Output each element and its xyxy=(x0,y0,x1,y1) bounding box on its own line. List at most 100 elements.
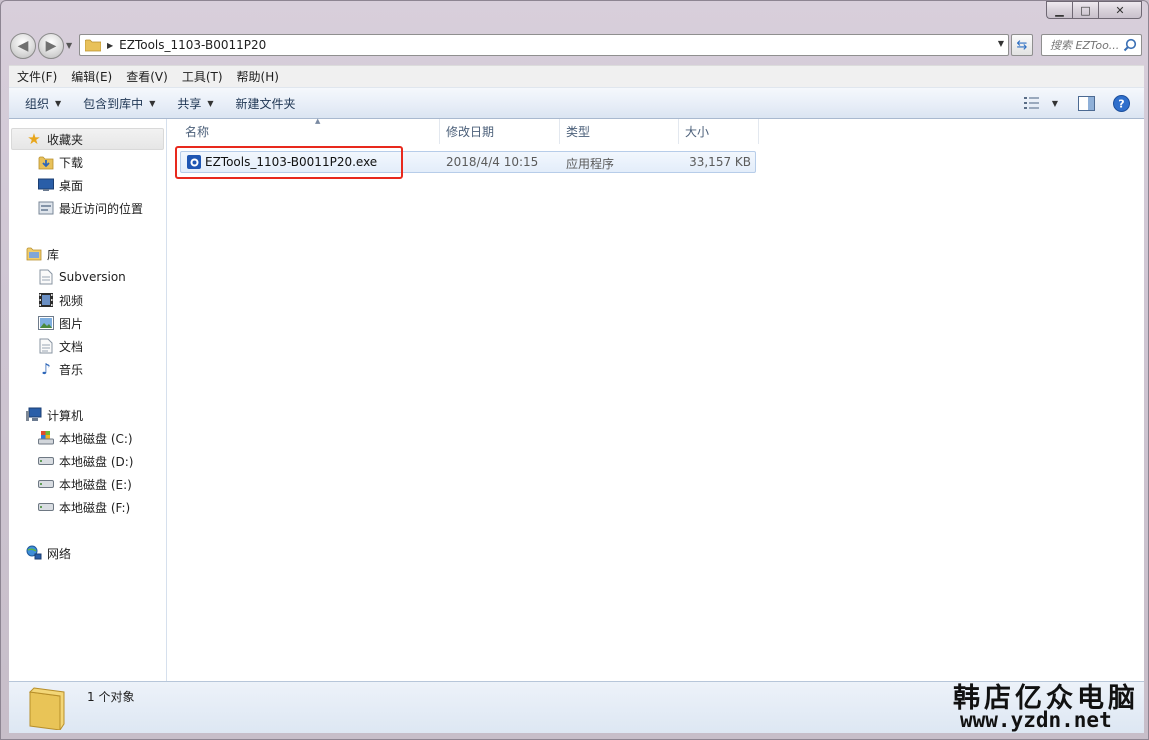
menu-view[interactable]: 查看(V) xyxy=(126,68,168,85)
help-button[interactable]: ? xyxy=(1113,94,1130,112)
picture-icon xyxy=(38,315,54,331)
view-list-icon xyxy=(1023,97,1039,109)
sidebar-item-music[interactable]: ♪ 音乐 xyxy=(38,359,83,379)
sort-ascending-icon: ▲ xyxy=(315,117,321,125)
menu-help[interactable]: 帮助(H) xyxy=(237,68,279,85)
share-button[interactable]: 共享 ▼ xyxy=(171,91,219,115)
sidebar-item-label: 桌面 xyxy=(59,178,84,193)
hard-drive-icon xyxy=(38,476,54,492)
watermark-url: www.yzdn.net xyxy=(960,708,1112,732)
sidebar-item-libraries[interactable]: 库 xyxy=(26,244,59,264)
arrow-left-icon: ◀ xyxy=(17,38,29,54)
sidebar-item-label: 视频 xyxy=(59,293,84,308)
search-box[interactable] xyxy=(1041,34,1142,56)
navigation-pane: ★ 收藏夹 下载 桌面 最近访问的位置 库 Subversion 视频 图片 文… xyxy=(9,119,167,681)
document-library-icon xyxy=(38,269,54,285)
column-label: 类型 xyxy=(566,125,591,139)
annotation-highlight-box xyxy=(175,146,403,179)
document-icon xyxy=(38,338,54,354)
chevron-down-icon: ▼ xyxy=(149,98,156,108)
menu-tools[interactable]: 工具(T) xyxy=(182,68,223,85)
arrow-right-icon: ▶ xyxy=(45,38,57,54)
sidebar-item-label: 库 xyxy=(47,247,60,262)
status-object-count: 1 个对象 xyxy=(87,690,135,704)
window-controls: ▁ □ ✕ xyxy=(1046,1,1142,19)
sidebar-item-drive-c[interactable]: 本地磁盘 (C:) xyxy=(38,428,133,448)
svg-text:?: ? xyxy=(1118,97,1124,110)
command-bar: 组织 ▼ 包含到库中 ▼ 共享 ▼ 新建文件夹 ▼ ? xyxy=(9,87,1144,119)
sidebar-item-drive-e[interactable]: 本地磁盘 (E:) xyxy=(38,474,132,494)
sidebar-item-label: 文档 xyxy=(59,339,84,354)
file-type: 应用程序 xyxy=(566,157,615,171)
new-folder-label: 新建文件夹 xyxy=(235,96,296,111)
star-icon: ★ xyxy=(27,130,41,148)
share-label: 共享 xyxy=(177,96,202,111)
organize-label: 组织 xyxy=(25,96,50,111)
sidebar-item-favorites[interactable]: ★ 收藏夹 xyxy=(26,129,83,149)
preview-pane-button[interactable] xyxy=(1078,95,1095,111)
address-dropdown-icon[interactable]: ▼ xyxy=(998,39,1004,48)
refresh-button[interactable]: ⇆ xyxy=(1011,34,1033,56)
column-header-type[interactable]: 类型 xyxy=(560,119,679,144)
chevron-down-icon: ▼ xyxy=(207,98,214,108)
organize-button[interactable]: 组织 ▼ xyxy=(19,91,67,115)
forward-button[interactable]: ▶ xyxy=(38,33,64,59)
music-note-icon: ♪ xyxy=(41,360,51,378)
system-drive-icon xyxy=(38,430,54,446)
downloads-folder-icon xyxy=(38,154,54,170)
sidebar-item-videos[interactable]: 视频 xyxy=(38,290,83,310)
change-view-button[interactable]: ▼ xyxy=(1023,96,1058,110)
breadcrumb-separator-icon[interactable]: ▶ xyxy=(107,41,113,50)
close-button[interactable]: ✕ xyxy=(1098,1,1142,19)
column-header-size[interactable]: 大小 xyxy=(679,119,759,144)
sidebar-item-label: 本地磁盘 (E:) xyxy=(59,477,132,492)
explorer-window: ▁ □ ✕ ◀ ▶ ▼ ▶ EZTools_1103-B0011P20 ▼ ⇆ … xyxy=(0,0,1149,740)
sidebar-item-drive-f[interactable]: 本地磁盘 (F:) xyxy=(38,497,130,517)
recent-pages-dropdown[interactable]: ▼ xyxy=(66,41,72,50)
sidebar-item-label: 下载 xyxy=(59,155,84,170)
network-icon xyxy=(26,545,42,561)
column-header-modified[interactable]: 修改日期 xyxy=(440,119,560,144)
new-folder-button[interactable]: 新建文件夹 xyxy=(230,91,302,115)
view-tools: ▼ ? xyxy=(1018,88,1144,118)
sidebar-item-documents[interactable]: 文档 xyxy=(38,336,83,356)
sidebar-item-label: 本地磁盘 (D:) xyxy=(59,454,134,469)
sidebar-item-label: 收藏夹 xyxy=(47,132,84,147)
address-bar[interactable]: ▶ EZTools_1103-B0011P20 ▼ xyxy=(79,34,1009,56)
hard-drive-icon xyxy=(38,499,54,515)
sidebar-item-desktop[interactable]: 桌面 xyxy=(38,175,83,195)
sidebar-item-subversion[interactable]: Subversion xyxy=(38,267,126,287)
back-button[interactable]: ◀ xyxy=(10,33,36,59)
menu-file[interactable]: 文件(F) xyxy=(17,68,57,85)
sidebar-item-label: 本地磁盘 (F:) xyxy=(59,500,131,515)
chevron-down-icon: ▼ xyxy=(55,98,62,108)
menu-edit[interactable]: 编辑(E) xyxy=(71,68,112,85)
sidebar-item-recent-places[interactable]: 最近访问的位置 xyxy=(38,198,143,218)
sidebar-item-network[interactable]: 网络 xyxy=(26,543,71,563)
sidebar-item-downloads[interactable]: 下载 xyxy=(38,152,83,172)
file-list-pane: 名称 ▲ 修改日期 类型 大小 EZTools_1103-B0011P20.ex… xyxy=(167,117,1144,681)
sidebar-item-drive-d[interactable]: 本地磁盘 (D:) xyxy=(38,451,133,471)
breadcrumb-current[interactable]: EZTools_1103-B0011P20 xyxy=(119,38,266,52)
minimize-button[interactable]: ▁ xyxy=(1046,1,1072,19)
column-label: 名称 xyxy=(185,125,210,139)
recent-places-icon xyxy=(38,200,54,216)
sidebar-item-label: 网络 xyxy=(47,546,72,561)
sidebar-item-computer[interactable]: 计算机 xyxy=(26,405,83,425)
chevron-down-icon[interactable]: ▼ xyxy=(1052,99,1058,108)
search-input[interactable] xyxy=(1042,35,1122,55)
help-icon: ? xyxy=(1113,94,1130,112)
libraries-icon xyxy=(26,246,42,262)
video-icon xyxy=(38,292,54,308)
sidebar-item-label: 计算机 xyxy=(47,408,84,423)
sidebar-item-pictures[interactable]: 图片 xyxy=(38,313,83,333)
column-header-name[interactable]: 名称 ▲ xyxy=(179,117,440,144)
search-icon[interactable] xyxy=(1123,38,1137,52)
refresh-icon: ⇆ xyxy=(1016,37,1028,53)
maximize-button[interactable]: □ xyxy=(1072,1,1098,19)
sidebar-item-label: 本地磁盘 (C:) xyxy=(59,431,133,446)
preview-pane-icon xyxy=(1078,95,1095,111)
hard-drive-icon xyxy=(38,453,54,469)
file-size: 33,157 KB xyxy=(689,155,751,169)
include-in-library-button[interactable]: 包含到库中 ▼ xyxy=(77,91,161,115)
